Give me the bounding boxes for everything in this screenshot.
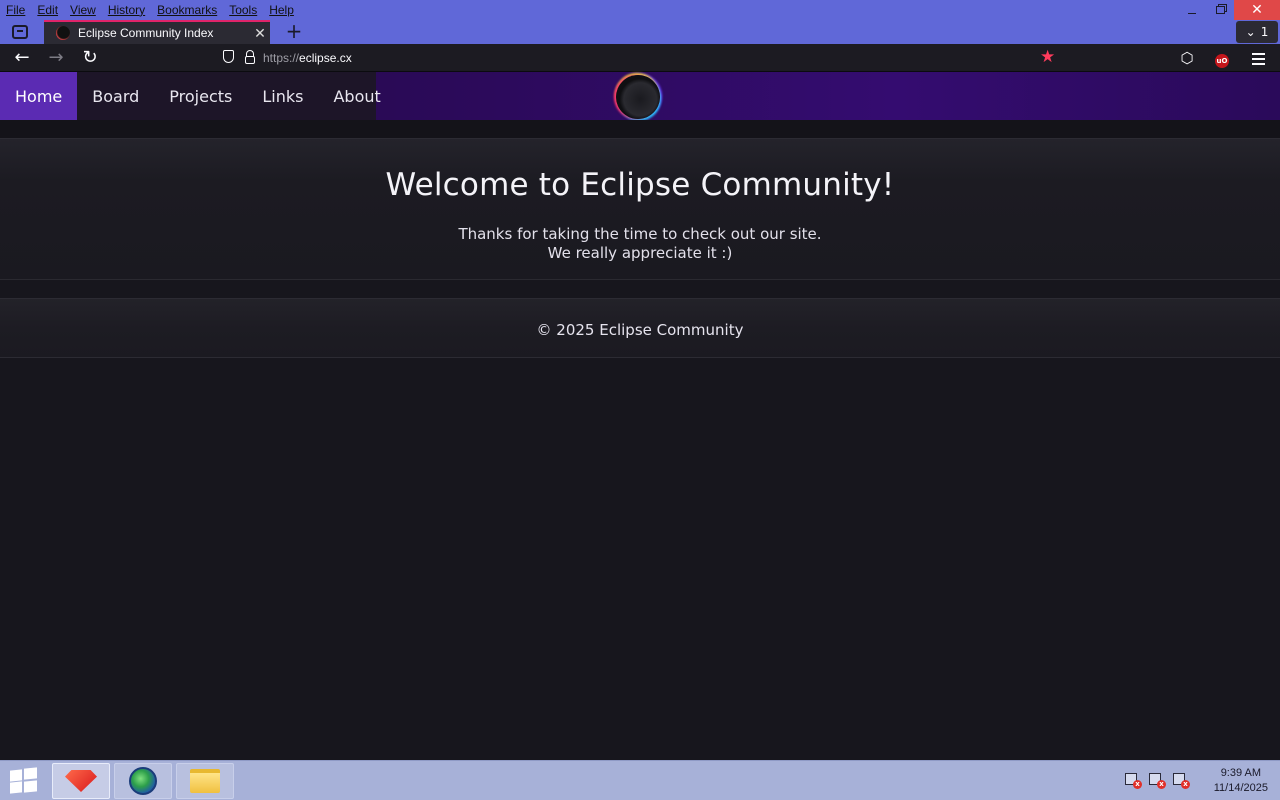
tab-list-icon <box>12 25 28 39</box>
site-nav: Home Board Projects Links About <box>0 72 381 120</box>
minimize-button[interactable] <box>1178 0 1206 20</box>
arrow-left-icon: ← <box>14 47 30 68</box>
close-icon: ✕ <box>1251 2 1263 18</box>
nav-link-about[interactable]: About <box>318 72 395 120</box>
hero-section: Welcome to Eclipse Community! Thanks for… <box>0 138 1280 280</box>
ublock-icon: uO <box>1215 54 1229 68</box>
menu-history[interactable]: History <box>102 0 151 20</box>
tab-title: Eclipse Community Index <box>78 26 214 40</box>
volume-muted-icon[interactable]: x <box>1172 773 1190 789</box>
copyright-text: © 2025 Eclipse Community <box>536 321 744 339</box>
url-text[interactable]: https://eclipse.cx <box>263 51 352 65</box>
menu-tools[interactable]: Tools <box>223 0 263 20</box>
hamburger-icon <box>1251 53 1265 55</box>
tracking-protection-shield-icon[interactable] <box>220 50 236 66</box>
tab-strip: Eclipse Community Index ✕ + ⌄ 1 <box>0 20 1280 44</box>
taskbar: x x x 9:39 AM 11/14/2025 <box>0 760 1280 800</box>
lock-icon[interactable] <box>242 50 258 66</box>
menu-bookmarks[interactable]: Bookmarks <box>151 0 223 20</box>
hero-subtitle-line2: We really appreciate it :) <box>547 244 733 262</box>
tab-eclipse-community[interactable]: Eclipse Community Index ✕ <box>44 20 270 44</box>
site-header: Home Board Projects Links About <box>0 72 1280 120</box>
gem-app-icon <box>65 770 97 792</box>
windows-logo-icon <box>10 769 22 782</box>
hero-subtitle: Thanks for taking the time to check out … <box>0 225 1280 263</box>
puzzle-icon: ⬡ <box>1180 49 1194 67</box>
url-protocol: https:// <box>263 51 300 65</box>
tab-count: 1 <box>1260 25 1269 39</box>
chevron-down-icon: ⌄ <box>1245 25 1256 39</box>
close-window-button[interactable]: ✕ <box>1234 0 1280 20</box>
forward-button[interactable]: → <box>44 46 68 70</box>
header-divider <box>0 120 1280 138</box>
folder-icon <box>190 769 220 793</box>
url-bar[interactable]: https://eclipse.cx <box>212 46 1072 70</box>
nav-link-home[interactable]: Home <box>0 72 78 120</box>
menu-bar: File Edit View History Bookmarks Tools H… <box>0 0 300 20</box>
title-bar: File Edit View History Bookmarks Tools H… <box>0 0 1280 20</box>
menu-view[interactable]: View <box>64 0 102 20</box>
menu-edit[interactable]: Edit <box>31 0 64 20</box>
window-controls: ✕ <box>1178 0 1280 20</box>
list-all-tabs-button[interactable]: ⌄ 1 <box>1236 21 1278 43</box>
reload-icon: ↻ <box>82 47 98 68</box>
taskbar-app-browser[interactable] <box>114 763 172 799</box>
minimize-icon <box>1188 12 1196 14</box>
reload-button[interactable]: ↻ <box>78 46 102 70</box>
system-tray: x x x <box>1124 773 1190 789</box>
ublock-origin-button[interactable]: uO <box>1211 47 1233 69</box>
tab-close-icon[interactable]: ✕ <box>250 25 270 42</box>
new-tab-button[interactable]: + <box>282 20 306 44</box>
action-center-warning-icon[interactable]: x <box>1124 773 1142 789</box>
taskbar-app-explorer[interactable] <box>176 763 234 799</box>
web-page: Home Board Projects Links About Welcome … <box>0 72 1280 760</box>
url-host: eclipse.cx <box>299 51 352 65</box>
firefox-view-button[interactable] <box>4 20 36 44</box>
menu-file[interactable]: File <box>0 0 31 20</box>
bookmark-star-icon[interactable]: ★ <box>1040 47 1055 67</box>
back-button[interactable]: ← <box>10 46 34 70</box>
restore-icon <box>1215 6 1225 14</box>
clock-time: 9:39 AM <box>1220 767 1262 779</box>
hero-title: Welcome to Eclipse Community! <box>385 167 895 203</box>
nav-link-projects[interactable]: Projects <box>154 72 247 120</box>
taskbar-app-gem[interactable] <box>52 763 110 799</box>
extensions-button[interactable]: ⬡ <box>1176 47 1198 69</box>
nav-link-board[interactable]: Board <box>77 72 154 120</box>
menu-help[interactable]: Help <box>263 0 300 20</box>
start-button[interactable] <box>8 767 38 794</box>
taskbar-clock[interactable]: 9:39 AM 11/14/2025 <box>1214 766 1268 796</box>
globe-browser-icon <box>129 767 157 795</box>
clock-date: 11/14/2025 <box>1213 782 1268 794</box>
nav-link-links[interactable]: Links <box>247 72 318 120</box>
restore-button[interactable] <box>1206 0 1234 20</box>
app-menu-button[interactable] <box>1247 47 1269 69</box>
eclipse-favicon-icon <box>56 26 70 40</box>
nav-bar: ← → ↻ https://eclipse.cx ★ ⬡ uO <box>0 44 1280 72</box>
site-footer: © 2025 Eclipse Community <box>0 298 1280 358</box>
eclipse-logo[interactable] <box>616 75 660 119</box>
hero-subtitle-line1: Thanks for taking the time to check out … <box>458 225 822 243</box>
network-disconnected-icon[interactable]: x <box>1148 773 1166 789</box>
arrow-right-icon: → <box>48 47 64 68</box>
